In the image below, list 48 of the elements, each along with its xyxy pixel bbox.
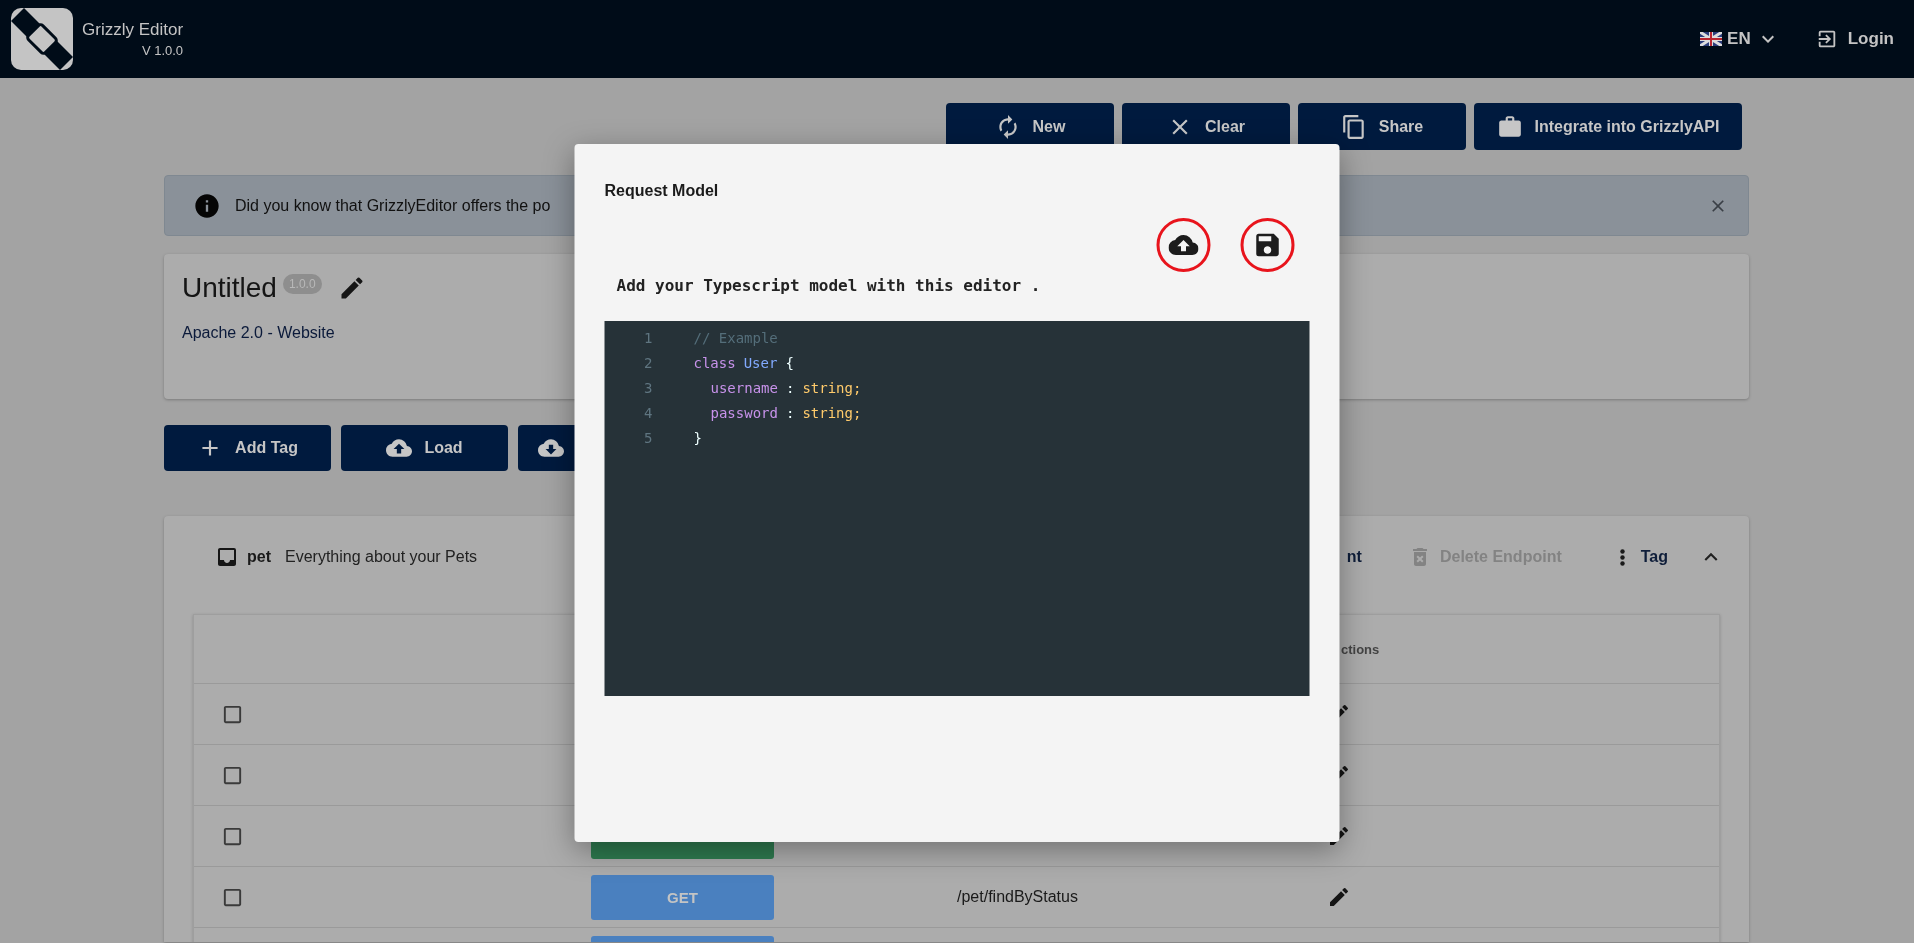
tag-name: pet bbox=[247, 548, 271, 566]
endpoint-path: /pet/findByStatus bbox=[957, 888, 1078, 905]
code-token: : bbox=[785, 404, 795, 421]
upload-button[interactable] bbox=[1156, 218, 1211, 272]
code-token: { bbox=[785, 354, 794, 371]
language-selector[interactable]: EN bbox=[1700, 27, 1780, 51]
method-badge: GET bbox=[591, 874, 774, 920]
share-button[interactable]: Share bbox=[1298, 103, 1466, 150]
inbox-icon bbox=[215, 545, 239, 569]
line-number: 1 bbox=[643, 329, 653, 346]
pencil-icon bbox=[1327, 885, 1351, 909]
tag-description: Everything about your Pets bbox=[285, 548, 478, 566]
code-token: string; bbox=[802, 404, 862, 421]
line-number: 3 bbox=[643, 379, 653, 396]
app-version: V 1.0.0 bbox=[141, 43, 184, 58]
logo-icon bbox=[10, 7, 74, 71]
line-number: 2 bbox=[643, 354, 653, 371]
info-icon bbox=[193, 191, 221, 220]
banner-text: Did you know that GrizzlyEditor offers the po bbox=[235, 196, 551, 215]
code-token: : bbox=[785, 379, 795, 396]
project-title: Untitled bbox=[182, 272, 277, 304]
code-token: password bbox=[710, 404, 778, 421]
license-text: Apache 2.0 - Website bbox=[182, 324, 335, 342]
line-number: 5 bbox=[643, 429, 653, 446]
code-token: } bbox=[693, 429, 702, 446]
code-token: // Example bbox=[693, 329, 778, 346]
app-name: Grizzly Editor bbox=[82, 20, 184, 40]
briefcase-icon bbox=[1496, 113, 1523, 140]
flag-icon bbox=[1700, 32, 1723, 46]
dialog-title: Request Model bbox=[604, 182, 720, 200]
load-button[interactable]: Load bbox=[341, 425, 508, 471]
add-button[interactable]: Add Tag bbox=[164, 425, 331, 471]
code-token: username bbox=[710, 379, 778, 396]
tag-menu-button[interactable]: Tag bbox=[1611, 548, 1668, 566]
integrate-button[interactable]: Integrate into GrizzlyAPI bbox=[1474, 103, 1742, 150]
dots-icon bbox=[1619, 548, 1625, 566]
code-editor[interactable]: 1 // Example 2 class User { 3 username : string; 4 password : string; 5 } bbox=[604, 321, 1310, 696]
copy-icon bbox=[1340, 113, 1367, 140]
code-token: string; bbox=[802, 379, 862, 396]
code-token: User bbox=[743, 354, 778, 371]
column-header: ctions bbox=[1340, 641, 1381, 657]
line-number: 4 bbox=[643, 404, 653, 421]
editor-hint: Add your Typescript model with this editor . bbox=[616, 276, 1042, 295]
edit-button[interactable] bbox=[1327, 885, 1351, 909]
save-button[interactable] bbox=[1240, 218, 1295, 272]
code-token: class bbox=[693, 354, 736, 371]
login-button[interactable]: Login bbox=[1815, 28, 1894, 50]
endpoint-button[interactable]: nt bbox=[1346, 548, 1362, 566]
